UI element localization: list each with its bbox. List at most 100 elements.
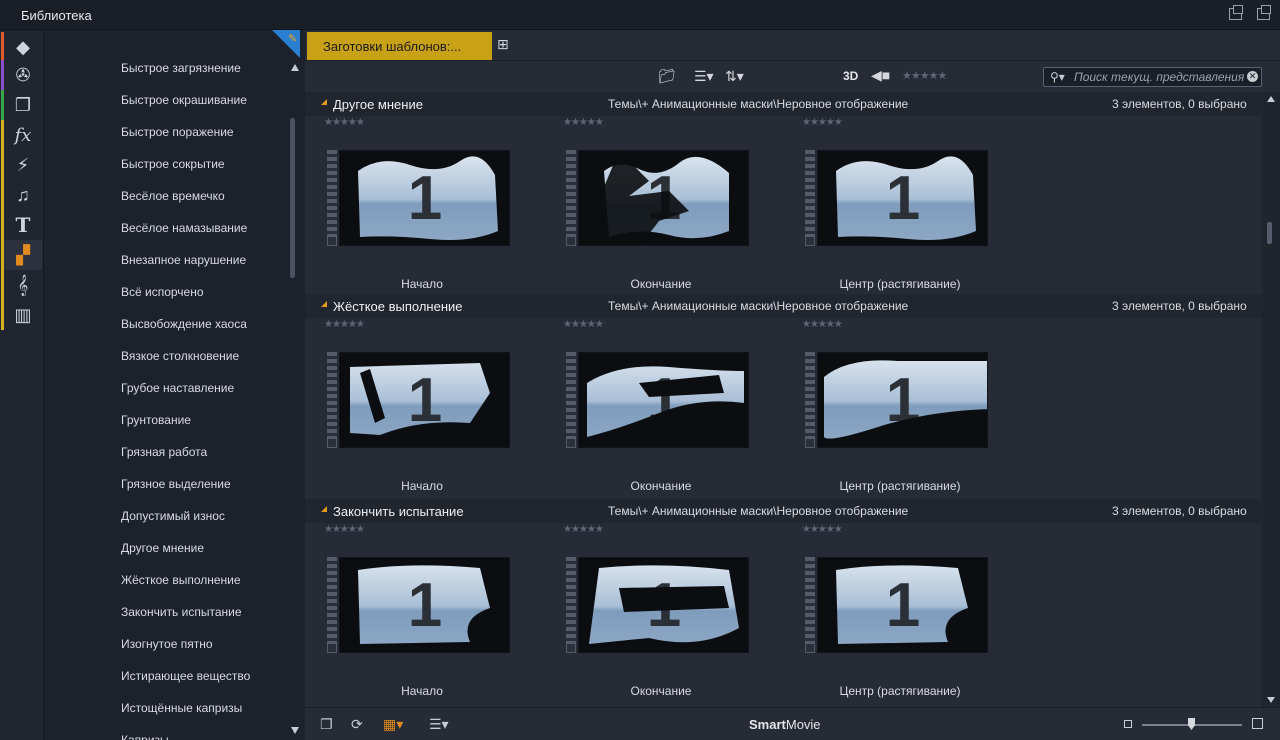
transitions-icon[interactable]: ⚡: [1, 150, 42, 180]
filmstrip-icon: [327, 150, 337, 246]
group-header[interactable]: Жёсткое выполнение Темы\+ Анимационные ма…: [305, 294, 1262, 318]
tag-icon[interactable]: ◀■: [871, 67, 890, 84]
list-options-icon[interactable]: ☰▾: [694, 68, 714, 85]
zoom-slider-knob[interactable]: [1188, 718, 1195, 730]
3d-filter-button[interactable]: 3D: [843, 69, 858, 83]
grid-view-icon[interactable]: ▦▾: [383, 716, 403, 733]
template-item[interactable]: ★★★★★ 1 Окончание: [563, 117, 793, 297]
title-icon[interactable]: T: [1, 210, 42, 240]
template-thumbnail[interactable]: 1: [817, 352, 988, 448]
template-thumbnail[interactable]: 1: [578, 150, 749, 246]
category-item[interactable]: Жёсткое выполнение: [121, 573, 241, 587]
category-item[interactable]: Быстрое сокрытие: [121, 157, 225, 171]
search-input[interactable]: [1074, 69, 1244, 85]
category-item[interactable]: Вязкое столкновение: [121, 349, 239, 363]
category-item[interactable]: Внезапное нарушение: [121, 253, 246, 267]
content-scrollbar[interactable]: [1262, 92, 1280, 707]
item-rating-stars[interactable]: ★★★★★: [324, 524, 365, 535]
category-color-bar: [1, 120, 4, 150]
category-scrollbar-thumb[interactable]: [290, 118, 295, 278]
category-item[interactable]: Изогнутое пятно: [121, 637, 213, 651]
collapse-triangle-icon[interactable]: [321, 506, 327, 512]
template-thumbnail[interactable]: 1: [339, 150, 510, 246]
sync-icon[interactable]: ⟳: [351, 716, 363, 733]
category-item[interactable]: Грязное выделение: [121, 477, 231, 491]
item-rating-stars[interactable]: ★★★★★: [563, 117, 604, 128]
template-thumbnail[interactable]: 1: [339, 352, 510, 448]
template-item[interactable]: ★★★★★ 1 Окончание: [563, 524, 793, 704]
category-item[interactable]: Грубое наставление: [121, 381, 234, 395]
template-item[interactable]: ★★★★★ 1 Центр (растягивание): [802, 117, 1032, 297]
restore-window-icon[interactable]: [1257, 5, 1271, 20]
film-corner-icon: [327, 643, 337, 653]
category-item[interactable]: Весёлое намазывание: [121, 221, 247, 235]
piano-icon[interactable]: ▥: [1, 300, 42, 330]
template-preview-art: 1: [818, 353, 987, 447]
smartmovie-button[interactable]: SmartMovie: [749, 717, 821, 732]
category-item[interactable]: Весёлое времечко: [121, 189, 225, 203]
category-item[interactable]: Быстрое загрязнение: [121, 61, 241, 75]
category-item[interactable]: Высвобождение хаоса: [121, 317, 247, 331]
bottom-bar: ❐ ⟳ ▦▾ ☰▾ SmartMovie: [305, 707, 1280, 740]
search-icon[interactable]: ⚲▾: [1050, 70, 1065, 84]
film-reel-icon[interactable]: ✇: [1, 60, 42, 90]
category-item[interactable]: Грунтование: [121, 413, 191, 427]
category-item[interactable]: Истощённые капризы: [121, 701, 242, 715]
tab-templates[interactable]: Заготовки шаблонов:...: [307, 32, 492, 60]
scroll-up-arrow[interactable]: [291, 64, 299, 71]
new-tab-icon[interactable]: ⊞: [497, 36, 509, 53]
content-scrollbar-thumb[interactable]: [1267, 222, 1272, 244]
undock-icon[interactable]: [1229, 5, 1243, 20]
template-thumbnail[interactable]: 1: [578, 557, 749, 653]
sort-icon[interactable]: ⇅▾: [725, 68, 744, 85]
template-item[interactable]: ★★★★★ 1 Начало: [324, 117, 554, 297]
templates-icon[interactable]: ▞: [1, 240, 42, 270]
item-rating-stars[interactable]: ★★★★★: [324, 117, 365, 128]
list-view-icon[interactable]: ☰▾: [429, 716, 449, 733]
template-thumbnail[interactable]: 1: [578, 352, 749, 448]
item-rating-stars[interactable]: ★★★★★: [324, 319, 365, 330]
photos-icon[interactable]: ❐: [1, 90, 42, 120]
content-scroll-up-arrow[interactable]: [1267, 96, 1275, 102]
template-thumbnail[interactable]: 1: [817, 150, 988, 246]
zoom-small-icon[interactable]: [1124, 720, 1132, 728]
category-item[interactable]: Грязная работа: [121, 445, 207, 459]
category-item[interactable]: Истирающее вещество: [121, 669, 250, 683]
pin-icon[interactable]: ✎: [288, 32, 297, 45]
collapse-triangle-icon[interactable]: [321, 301, 327, 307]
rating-filter[interactable]: ★★★★★: [902, 69, 947, 82]
scroll-down-arrow[interactable]: [291, 727, 299, 734]
item-rating-stars[interactable]: ★★★★★: [563, 524, 604, 535]
effects-icon[interactable]: fx: [1, 120, 42, 150]
category-item[interactable]: Допустимый износ: [121, 509, 225, 523]
category-item[interactable]: Быстрое окрашивание: [121, 93, 247, 107]
template-item[interactable]: ★★★★★ 1 Окончание: [563, 319, 793, 499]
folder-icon[interactable]: 📁︎: [658, 68, 676, 85]
category-item[interactable]: Быстрое поражение: [121, 125, 234, 139]
category-item[interactable]: Другое мнение: [121, 541, 204, 555]
category-item[interactable]: Капризы: [121, 733, 169, 740]
group-header[interactable]: Закончить испытание Темы\+ Анимационные м…: [305, 499, 1262, 523]
template-item[interactable]: ★★★★★ 1 Начало: [324, 319, 554, 499]
scorefitter-icon[interactable]: 𝄞: [1, 270, 42, 300]
template-thumbnail[interactable]: 1: [339, 557, 510, 653]
library-toolbar: 📁︎ ☰▾ ⇅▾ 3D ◀■ ★★★★★ ⚲▾ ✕: [305, 60, 1280, 92]
item-rating-stars[interactable]: ★★★★★: [802, 117, 843, 128]
item-rating-stars[interactable]: ★★★★★: [802, 524, 843, 535]
item-rating-stars[interactable]: ★★★★★: [802, 319, 843, 330]
group-header[interactable]: Другое мнение Темы\+ Анимационные маски\Н…: [305, 92, 1262, 116]
collapse-triangle-icon[interactable]: [321, 99, 327, 105]
music-icon[interactable]: ♫: [1, 180, 42, 210]
projects-icon[interactable]: ◆: [1, 32, 42, 62]
content-scroll-down-arrow[interactable]: [1267, 697, 1275, 703]
item-rating-stars[interactable]: ★★★★★: [563, 319, 604, 330]
category-item[interactable]: Закончить испытание: [121, 605, 242, 619]
template-item[interactable]: ★★★★★ 1 Центр (растягивание): [802, 524, 1032, 704]
category-item[interactable]: Всё испорчено: [121, 285, 204, 299]
template-thumbnail[interactable]: 1: [817, 557, 988, 653]
clear-search-icon[interactable]: ✕: [1247, 71, 1258, 82]
template-item[interactable]: ★★★★★ 1 Центр (растягивание): [802, 319, 1032, 499]
template-item[interactable]: ★★★★★ 1 Начало: [324, 524, 554, 704]
copy-icon[interactable]: ❐: [320, 716, 333, 733]
zoom-large-icon[interactable]: [1252, 718, 1263, 729]
